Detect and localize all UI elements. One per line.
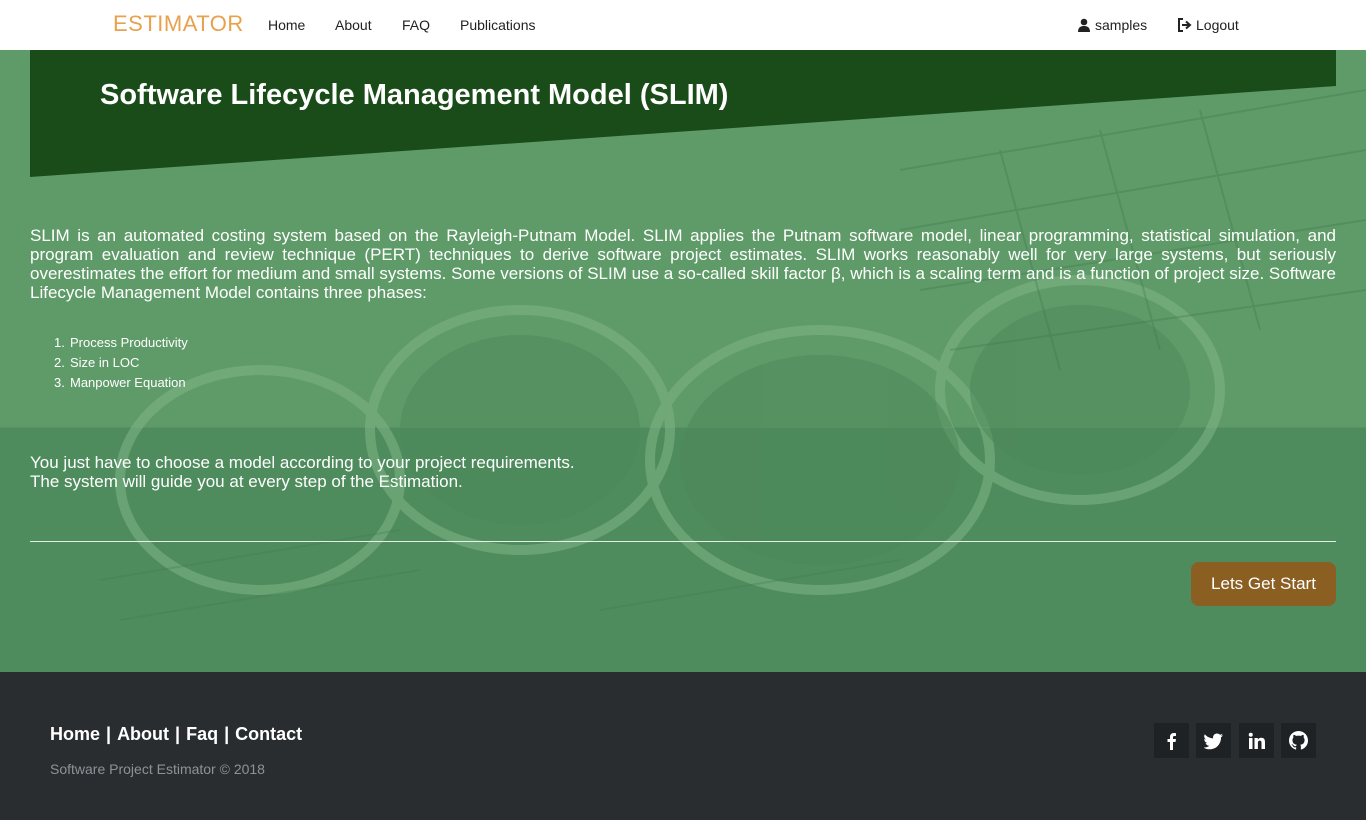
- hero-banner: [30, 50, 1336, 177]
- guide-line-1: You just have to choose a model accordin…: [30, 453, 575, 472]
- twitter-button[interactable]: [1196, 723, 1231, 758]
- footer-separator: |: [106, 724, 112, 744]
- user-icon: [1078, 18, 1090, 32]
- linkedin-button[interactable]: [1239, 723, 1274, 758]
- list-item: 3. Manpower Equation: [54, 375, 186, 390]
- footer-link-contact[interactable]: Contact: [235, 723, 302, 745]
- footer-separator: |: [224, 724, 230, 744]
- facebook-icon: [1167, 732, 1176, 750]
- copyright-text: Software Project Estimator © 2018: [50, 761, 265, 777]
- footer: Home | About | Faq | Contact Software Pr…: [0, 672, 1366, 820]
- page-title: Software Lifecycle Management Model (SLI…: [100, 79, 729, 111]
- footer-link-home[interactable]: Home: [50, 723, 100, 745]
- footer-link-about[interactable]: About: [117, 723, 169, 745]
- intro-paragraph: SLIM is an automated costing system base…: [30, 226, 1336, 302]
- navbar: ESTIMATOR Home About FAQ Publications sa…: [0, 0, 1366, 50]
- logout-label: Logout: [1196, 17, 1239, 33]
- user-name: samples: [1095, 17, 1148, 33]
- logout-icon: [1178, 18, 1192, 32]
- guide-text: You just have to choose a model accordin…: [30, 453, 575, 491]
- horizontal-divider: [30, 541, 1336, 542]
- list-item: 2. Size in LOC: [54, 355, 140, 370]
- footer-separator: |: [175, 724, 181, 744]
- footer-link-faq[interactable]: Faq: [186, 723, 218, 745]
- get-started-button[interactable]: Lets Get Start: [1191, 562, 1336, 606]
- user-menu[interactable]: samples: [1077, 16, 1147, 34]
- phases-list: 1. Process Productivity 2. Size in LOC 3. M…: [54, 333, 188, 393]
- github-button[interactable]: [1281, 723, 1316, 758]
- linkedin-icon: [1248, 732, 1265, 749]
- nav-link-faq[interactable]: FAQ: [402, 16, 430, 34]
- facebook-button[interactable]: [1154, 723, 1189, 758]
- nav-link-home[interactable]: Home: [268, 16, 305, 34]
- twitter-icon: [1203, 733, 1223, 749]
- guide-line-2: The system will guide you at every step …: [30, 472, 463, 491]
- nav-link-about[interactable]: About: [335, 16, 372, 34]
- main-section: Software Lifecycle Management Model (SLI…: [0, 50, 1366, 672]
- logout-link[interactable]: Logout: [1177, 16, 1239, 34]
- section-divider-band: [0, 427, 1366, 428]
- nav-link-publications[interactable]: Publications: [460, 16, 536, 34]
- github-icon: [1289, 731, 1308, 750]
- footer-links: Home | About | Faq | Contact: [50, 723, 302, 745]
- list-item: 1. Process Productivity: [54, 335, 188, 350]
- brand-logo[interactable]: ESTIMATOR: [113, 11, 244, 37]
